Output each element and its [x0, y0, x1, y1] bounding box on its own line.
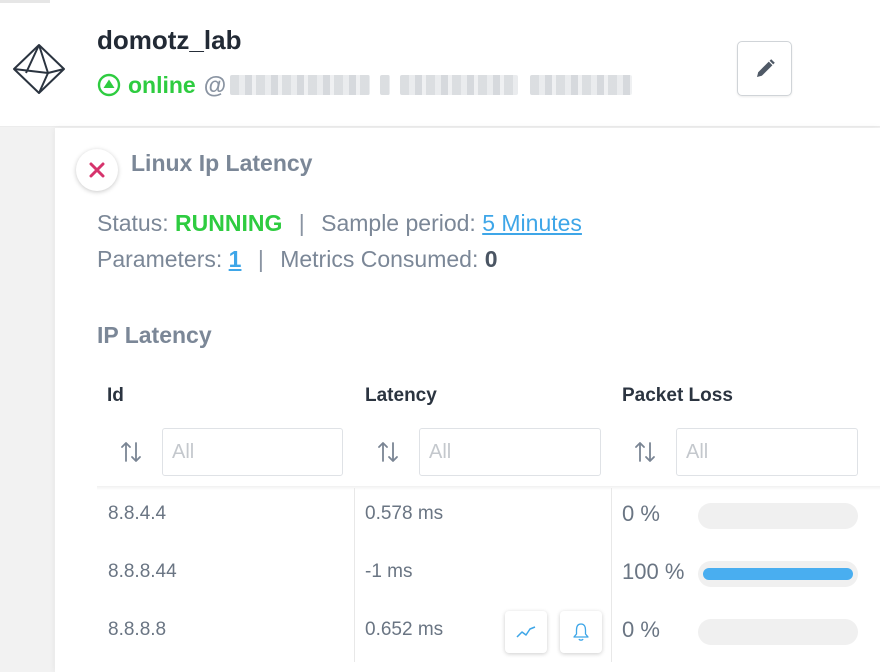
driver-status-line: Status: RUNNING | Sample period: 5 Minut… [97, 210, 582, 237]
row-id: 8.8.8.8 [108, 619, 167, 640]
view-chart-button[interactable] [505, 611, 547, 653]
redacted-address-segment [230, 75, 371, 95]
sample-period-link[interactable]: 5 Minutes [482, 210, 582, 236]
status-value: RUNNING [175, 210, 283, 236]
driver-title: Linux Ip Latency [131, 150, 313, 176]
set-alert-button[interactable] [560, 611, 602, 653]
redacted-address-segment [380, 75, 391, 95]
sort-arrows-icon[interactable] [377, 440, 399, 464]
row-packet-loss: 0 % [622, 501, 660, 526]
device-status-row: online @ [97, 70, 633, 100]
redacted-address-segment [400, 75, 519, 95]
id-filter-input[interactable] [162, 428, 343, 476]
top-tab-strip [0, 0, 50, 3]
packet-loss-bar [698, 561, 858, 587]
packet-loss-filter-input[interactable] [676, 428, 858, 476]
bell-icon [573, 623, 589, 641]
device-name: domotz_lab [97, 25, 242, 55]
domotz-diamond-logo-icon [13, 44, 65, 94]
row-packet-loss: 0 % [622, 617, 660, 642]
table-row: 8.8.4.4 0.578 ms 0 % [97, 486, 880, 544]
column-header-packet-loss[interactable]: Packet Loss [622, 385, 733, 407]
device-status-text: online [128, 71, 196, 98]
row-latency: 0.652 ms [365, 619, 444, 640]
pencil-icon [756, 58, 775, 77]
device-header: domotz_lab online @ [0, 0, 880, 127]
column-header-latency[interactable]: Latency [365, 385, 437, 407]
edit-device-button[interactable] [737, 41, 792, 96]
packet-loss-bar-fill [703, 568, 853, 580]
metrics-consumed-label: Metrics Consumed: [280, 246, 479, 272]
row-id: 8.8.4.4 [108, 503, 167, 524]
close-driver-button[interactable] [76, 149, 118, 191]
sample-period-label: Sample period: [321, 210, 476, 236]
sort-arrows-icon[interactable] [120, 440, 142, 464]
line-chart-icon [516, 626, 536, 638]
circle-up-arrow-icon [97, 73, 121, 97]
driver-panel: Linux Ip Latency Status: RUNNING | Sampl… [55, 128, 880, 672]
separator: | [257, 246, 264, 272]
latency-filter-input[interactable] [419, 428, 601, 476]
separator: | [298, 210, 305, 236]
table-row: 8.8.8.44 -1 ms 100 % [97, 544, 880, 602]
row-latency: 0.578 ms [365, 503, 444, 524]
row-id: 8.8.8.44 [108, 561, 177, 582]
parameters-link[interactable]: 1 [229, 246, 242, 272]
column-header-id[interactable]: Id [107, 385, 124, 407]
row-packet-loss: 100 % [622, 559, 685, 584]
device-address-at: @ [203, 71, 227, 98]
close-icon [89, 162, 105, 178]
row-latency: -1 ms [365, 561, 413, 582]
status-label: Status: [97, 210, 169, 236]
metrics-consumed-value: 0 [484, 246, 498, 272]
parameters-label: Parameters: [97, 246, 223, 272]
redacted-address-segment [530, 75, 633, 95]
driver-parameters-line: Parameters: 1 | Metrics Consumed: 0 [97, 246, 498, 273]
packet-loss-bar [698, 619, 858, 645]
table-title: IP Latency [97, 322, 212, 348]
sort-arrows-icon[interactable] [634, 440, 656, 464]
table-row: 8.8.8.8 0.652 ms 0 % [97, 602, 880, 660]
packet-loss-bar [698, 503, 858, 529]
